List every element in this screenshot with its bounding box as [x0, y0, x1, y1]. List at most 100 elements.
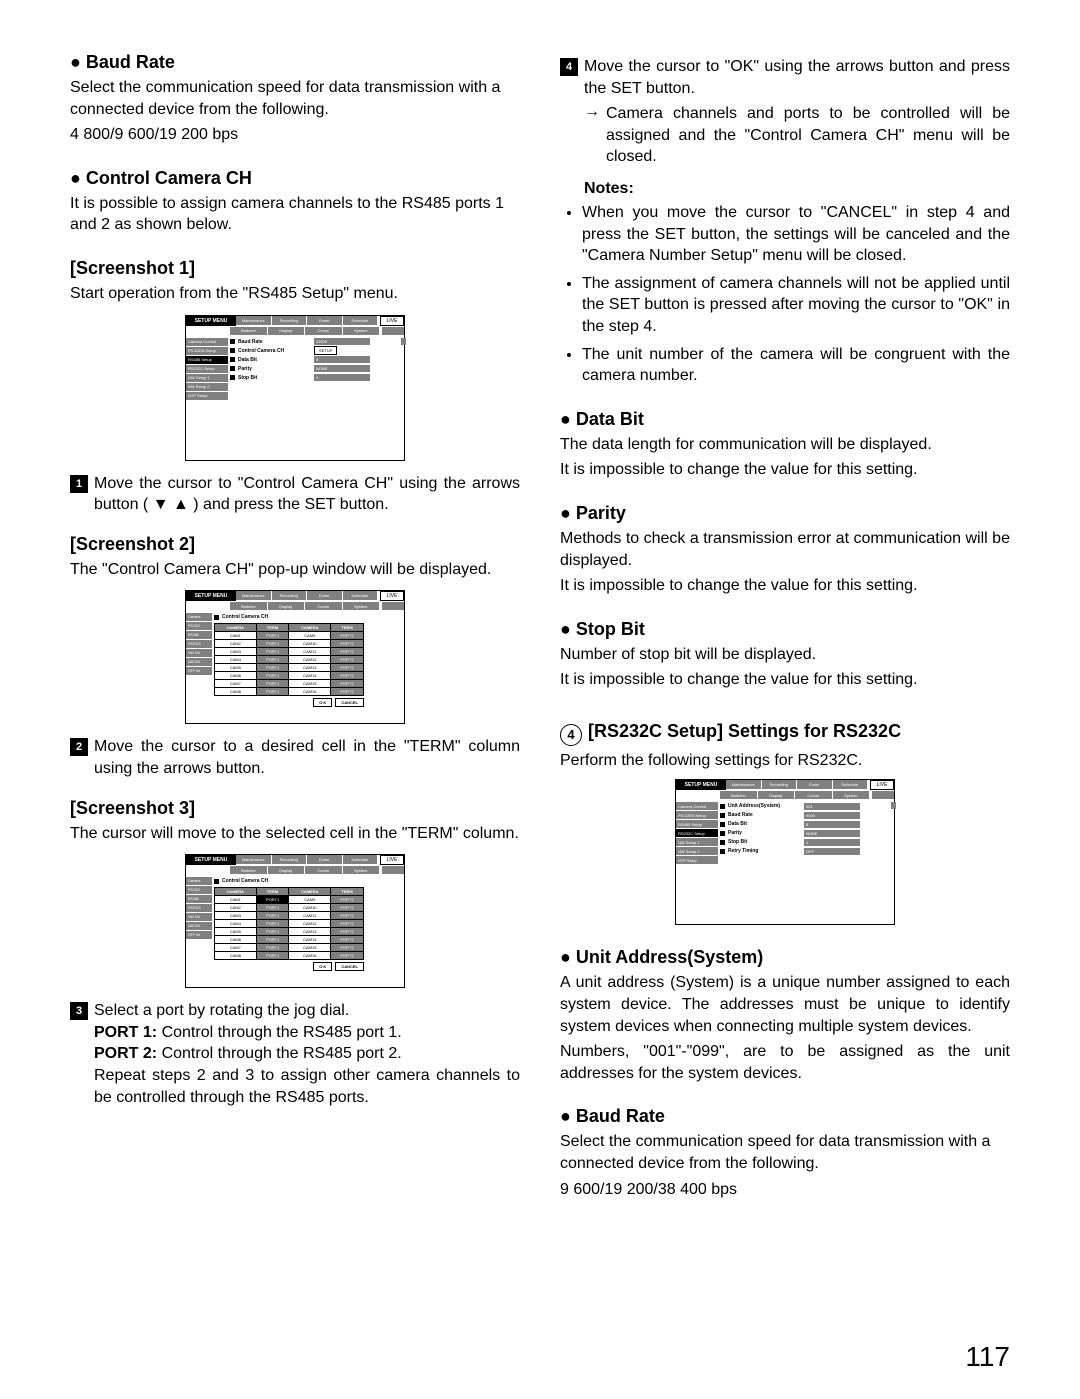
screenshot-2-panel: SETUP MENU MaintenanceRecordingEventSche…: [185, 590, 405, 724]
sidebar-item: RS232C Setup: [676, 829, 718, 837]
setting-row: Control Camera CHSETUP: [230, 347, 402, 355]
setting-value: 1: [314, 374, 370, 381]
tab-item: Switcher: [720, 791, 757, 799]
cancel-button: CANCEL: [335, 962, 364, 971]
camera-table: CAMERATERMCAMERATERMCAM1PORT1CAM9PORT2CA…: [214, 887, 364, 960]
sidebar-item: RS232C: [186, 640, 212, 648]
step-1-text: Move the cursor to "Control Camera CH" u…: [94, 473, 520, 516]
step-1-marker: 1: [70, 475, 88, 493]
step-2-marker: 2: [70, 738, 88, 756]
sidebar-item: RS485 Setup: [676, 820, 718, 828]
heading-baud-rate-2: Baud Rate: [560, 1106, 1010, 1127]
popup-content: Control Camera CH CAMERATERMCAMERATERMCA…: [212, 613, 404, 707]
tab-item: Switcher: [230, 866, 267, 874]
setting-row: ParityNONE: [230, 365, 402, 373]
page-number: 117: [965, 1341, 1010, 1373]
sidebar-item: NW Set: [186, 649, 212, 657]
parity-p2: It is impossible to change the value for…: [560, 575, 1010, 597]
tab-item: Event: [307, 855, 342, 864]
right-column: 4 Move the cursor to "OK" using the arro…: [560, 52, 1010, 1222]
sidebar-item: NW Set: [186, 913, 212, 921]
setting-row: Data Bit8: [720, 820, 892, 828]
tab-item: Schedule: [833, 780, 868, 789]
control-camera-ch-desc: It is possible to assign camera channels…: [70, 193, 520, 236]
notes-heading: Notes:: [584, 180, 1010, 198]
tab-item: Schedule: [343, 591, 378, 600]
step-4-result: Camera channels and ports to be controll…: [606, 103, 1010, 168]
setting-value: 8: [804, 821, 860, 828]
tab-item: Comm: [305, 327, 342, 335]
tab-item: Display: [268, 602, 305, 610]
sidebar-item: NW Setup 1: [676, 838, 718, 846]
tab-item: Recording: [272, 591, 307, 600]
step-4-marker: 4: [560, 58, 578, 76]
heading-screenshot-1: [Screenshot 1]: [70, 258, 520, 279]
tab-item: Comm: [305, 602, 342, 610]
setup-menu-label: SETUP MENU: [186, 316, 236, 326]
cancel-button: CANCEL: [335, 698, 364, 707]
sidebar-item: PS.DATA Setup: [676, 811, 718, 819]
heading-rs232c: 4[RS232C Setup] Settings for RS232C: [560, 721, 1010, 746]
baud-rate-values: 4 800/9 600/19 200 bps: [70, 124, 520, 146]
tab-item: Recording: [272, 855, 307, 864]
screenshot-1-desc: Start operation from the "RS485 Setup" m…: [70, 283, 520, 305]
screenshot-3-desc: The cursor will move to the selected cel…: [70, 823, 520, 845]
sidebar-item: NTP Se: [186, 931, 212, 939]
sidebar-item: Camera Control: [676, 802, 718, 810]
tab-item: Comm: [795, 791, 832, 799]
sidebar-item: NW Setup 2: [676, 847, 718, 855]
heading-stop-bit: Stop Bit: [560, 619, 1010, 640]
sidebar: Camera ControlPS.DATA SetupRS485 SetupRS…: [186, 338, 228, 401]
stop-bit-p2: It is impossible to change the value for…: [560, 669, 1010, 691]
tab-item: System: [343, 866, 380, 874]
rs232c-desc: Perform the following settings for RS232…: [560, 750, 1010, 772]
tab-item: Event: [307, 316, 342, 325]
live-indicator: LIVE: [380, 316, 404, 326]
screenshot-2-desc: The "Control Camera CH" pop-up window wi…: [70, 559, 520, 581]
tab-item: System: [343, 327, 380, 335]
tab-item: System: [833, 791, 870, 799]
tabs-top: MaintenanceRecordingEventSchedule: [236, 316, 378, 326]
tab-item: System: [343, 602, 380, 610]
sidebar-item: NW Setup 1: [186, 374, 228, 382]
ok-button: O K: [313, 962, 332, 971]
setting-value: 9600: [804, 812, 860, 819]
sidebar-item: NTP Se: [186, 667, 212, 675]
step-4-text: Move the cursor to "OK" using the arrows…: [584, 56, 1010, 99]
tab-item: Switcher: [230, 602, 267, 610]
note-item: The unit number of the camera will be co…: [582, 344, 1010, 387]
unit-address-p1: A unit address (System) is a unique numb…: [560, 972, 1010, 1037]
setting-row: Retry TimingOFF: [720, 847, 892, 855]
tab-item: Recording: [272, 316, 307, 325]
camera-table: CAMERATERMCAMERATERMCAM1PORT1CAM9PORT2CA…: [214, 623, 364, 696]
setting-row: Baud Rate9600: [720, 811, 892, 819]
tab-item: Maintenance: [726, 780, 761, 789]
setting-value: SETUP: [314, 346, 337, 355]
sidebar-narrow: CameraPS.DATRS485 RS232CNW SetNW SetNTP …: [186, 613, 212, 707]
tab-item: Comm: [305, 866, 342, 874]
heading-data-bit: Data Bit: [560, 409, 1010, 430]
baud-rate-desc: Select the communication speed for data …: [70, 77, 520, 120]
settings-content: Baud Rate19200Control Camera CHSETUPData…: [228, 338, 404, 401]
heading-screenshot-3: [Screenshot 3]: [70, 798, 520, 819]
setting-row: ParityNONE: [720, 829, 892, 837]
setting-value: 19200: [314, 338, 370, 345]
sidebar-item: RS485 Setup: [186, 356, 228, 364]
setting-value: NONE: [314, 365, 370, 372]
baud-rate-2-p1: Select the communication speed for data …: [560, 1131, 1010, 1174]
sidebar-item: Camera: [186, 877, 212, 885]
setting-value: 001: [804, 803, 860, 810]
sidebar-item: PS.DAT: [186, 622, 212, 630]
tab-item: Display: [268, 327, 305, 335]
screenshot-rs232c-panel: SETUP MENU MaintenanceRecordingEventSche…: [675, 779, 895, 925]
unit-address-p2: Numbers, "001"-"099", are to be assigned…: [560, 1041, 1010, 1084]
heading-parity: Parity: [560, 503, 1010, 524]
setting-value: NONE: [804, 830, 860, 837]
tab-item: Event: [797, 780, 832, 789]
parity-p1: Methods to check a transmission error at…: [560, 528, 1010, 571]
left-column: Baud Rate Select the communication speed…: [70, 52, 520, 1222]
tab-item: Schedule: [343, 316, 378, 325]
ok-cancel-bar: O KCANCEL: [214, 962, 364, 971]
heading-unit-address: Unit Address(System): [560, 947, 1010, 968]
tab-item: Maintenance: [236, 591, 271, 600]
